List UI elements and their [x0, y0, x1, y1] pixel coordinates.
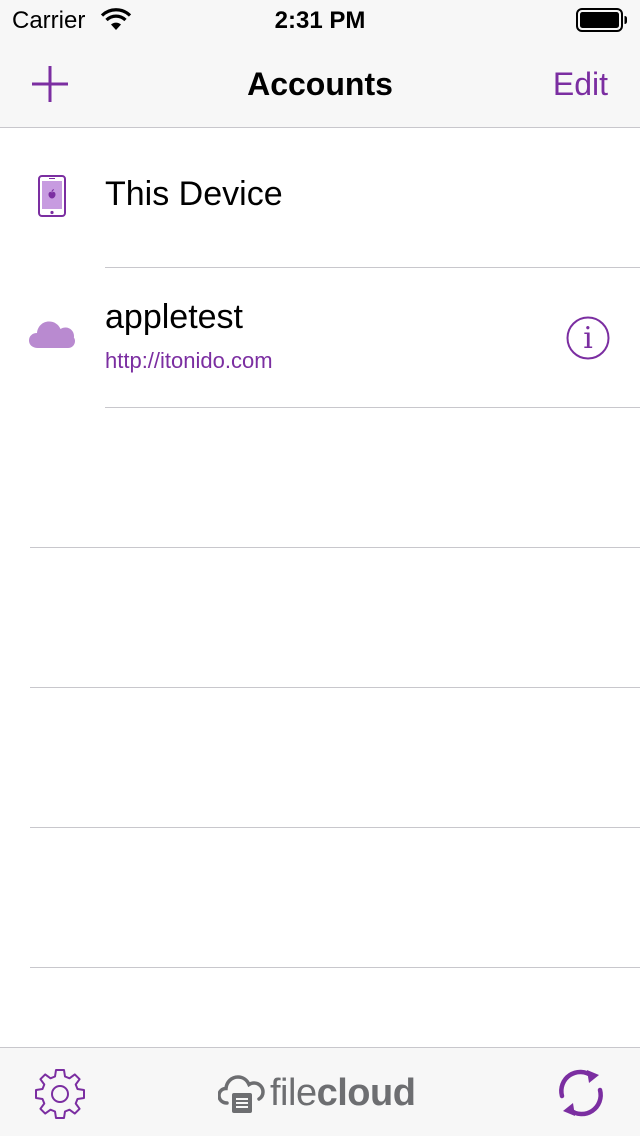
cloud-icon: [28, 319, 76, 354]
info-icon: i: [566, 316, 610, 360]
list-item-account[interactable]: appletest http://itonido.com i: [0, 268, 640, 408]
empty-row: [0, 408, 640, 548]
sync-icon: [559, 1069, 603, 1117]
account-name: appletest: [105, 298, 243, 336]
account-url: http://itonido.com: [105, 348, 273, 373]
device-label: This Device: [105, 175, 283, 213]
bottom-toolbar: filecloud: [0, 1047, 640, 1136]
empty-row: [0, 548, 640, 688]
sync-button[interactable]: [554, 1066, 608, 1120]
filecloud-logo: filecloud: [218, 1068, 416, 1118]
phone-icon: [38, 175, 66, 222]
filecloud-wordmark: filecloud: [270, 1071, 416, 1115]
accounts-list: This Device appletest http://itonido.com…: [0, 129, 640, 1047]
list-item-this-device[interactable]: This Device: [0, 129, 640, 268]
page-title: Accounts: [247, 66, 393, 102]
svg-text:i: i: [583, 321, 593, 356]
row-separator: [30, 967, 640, 968]
battery-icon: [576, 8, 628, 32]
status-bar: Carrier 2:31 PM: [0, 0, 640, 40]
plus-icon: [32, 66, 68, 102]
filecloud-logo-icon: [218, 1075, 265, 1113]
logo-word-file: file: [270, 1071, 317, 1114]
empty-row: [0, 688, 640, 828]
gear-icon: [35, 1069, 85, 1119]
empty-row: [0, 828, 640, 968]
add-account-button[interactable]: [28, 62, 72, 106]
navigation-bar: Accounts Edit: [0, 40, 640, 128]
status-time: 2:31 PM: [274, 7, 366, 34]
settings-button[interactable]: [33, 1067, 87, 1121]
account-info-button[interactable]: i: [566, 316, 610, 360]
logo-word-cloud: cloud: [316, 1071, 416, 1114]
edit-button[interactable]: Edit: [553, 66, 608, 103]
